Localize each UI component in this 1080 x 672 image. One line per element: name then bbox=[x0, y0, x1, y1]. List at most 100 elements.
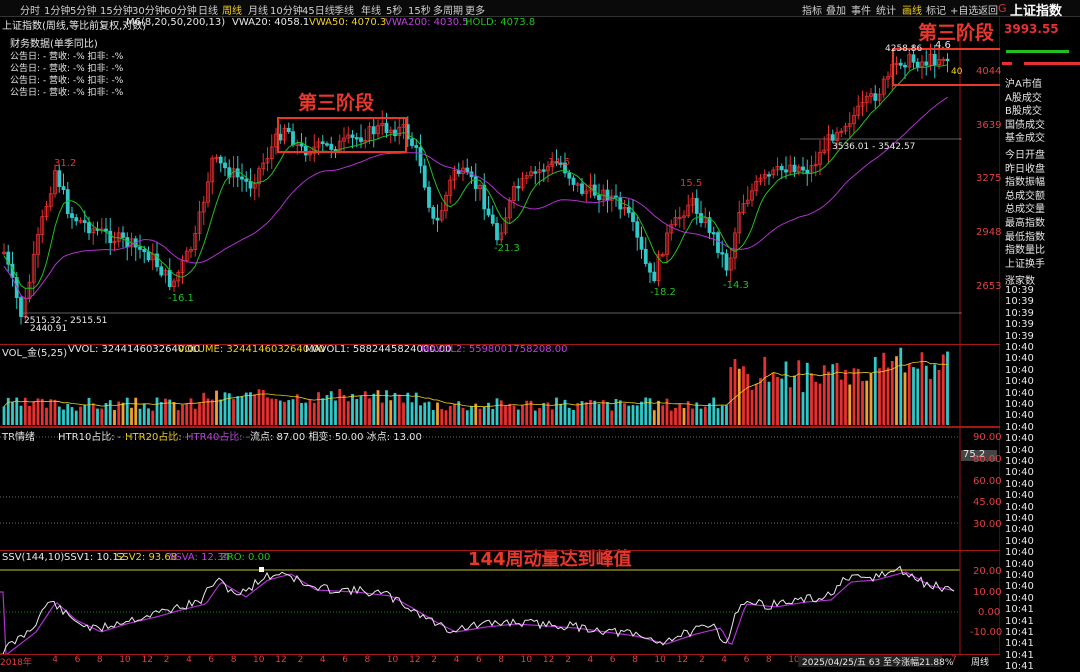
volume-bar bbox=[215, 390, 218, 425]
volume-bar bbox=[776, 376, 779, 425]
trough-label: -21.3 bbox=[494, 243, 520, 254]
volume-bar bbox=[482, 406, 486, 425]
index-title[interactable]: 上证指数 bbox=[1010, 0, 1062, 19]
tick-time: 10:40 bbox=[1005, 501, 1034, 513]
volume-bar bbox=[606, 402, 609, 425]
volume-bar bbox=[151, 410, 155, 425]
volume-bar bbox=[423, 402, 427, 425]
volume-bar bbox=[11, 401, 14, 425]
candle bbox=[605, 179, 610, 213]
candle bbox=[788, 155, 793, 176]
volume-bar bbox=[640, 401, 643, 425]
candle bbox=[478, 183, 482, 201]
x-tick: 8 bbox=[96, 655, 103, 665]
volume-bar bbox=[308, 399, 312, 425]
candle bbox=[193, 225, 198, 257]
ssv-axis-label: -10.00 bbox=[970, 627, 1003, 638]
volume-bar bbox=[542, 403, 546, 425]
x-tick: 6 bbox=[609, 655, 616, 665]
volume-bar bbox=[912, 367, 915, 425]
x-tick: 12 bbox=[409, 655, 421, 665]
volume-bar bbox=[933, 364, 937, 425]
market-stat-item[interactable]: 上证换手 bbox=[1005, 255, 1045, 270]
ssv-axis-label: 0.00 bbox=[978, 607, 1001, 618]
volume-bar bbox=[266, 397, 269, 425]
x-tick: 10 bbox=[253, 655, 265, 665]
volume-bar bbox=[504, 406, 507, 425]
candle bbox=[665, 224, 669, 264]
volume-bar bbox=[419, 405, 422, 425]
candle bbox=[711, 226, 716, 246]
volume-bar bbox=[737, 368, 741, 425]
volume-bar bbox=[827, 371, 830, 425]
candle bbox=[660, 252, 665, 258]
candle bbox=[325, 141, 329, 147]
tick-time: 10:40 bbox=[1005, 433, 1034, 445]
volume-bar bbox=[742, 366, 745, 425]
candle bbox=[36, 227, 40, 268]
tr-axis-label: 90.00 bbox=[973, 432, 1002, 443]
volume-chart[interactable] bbox=[0, 345, 1000, 427]
ssv-chart[interactable] bbox=[0, 550, 1000, 654]
volume-bar bbox=[861, 381, 864, 425]
volume-bar bbox=[478, 408, 482, 425]
trough-label: -18.2 bbox=[650, 287, 676, 298]
tick-time: 10:39 bbox=[1005, 296, 1034, 308]
period-label[interactable]: 周线 bbox=[971, 655, 989, 668]
volume-bar bbox=[138, 408, 142, 425]
x-tick: 10 bbox=[119, 655, 131, 665]
candle bbox=[894, 56, 899, 75]
candle bbox=[643, 237, 648, 267]
volume-bar bbox=[317, 392, 320, 425]
volume-bar bbox=[610, 410, 614, 425]
volume-bar bbox=[576, 402, 580, 425]
ssv-axis-label: 10.00 bbox=[973, 587, 1002, 598]
tick-time: 10:40 bbox=[1005, 467, 1034, 479]
volume-bar bbox=[733, 358, 737, 425]
x-tick: 8 bbox=[765, 655, 772, 665]
peak-label: 4.6 bbox=[935, 40, 951, 51]
ssva-line bbox=[0, 571, 955, 654]
candle bbox=[805, 159, 810, 186]
volume-bar bbox=[946, 351, 949, 425]
volume-bar bbox=[329, 391, 333, 425]
x-tick: 6 bbox=[208, 655, 215, 665]
volume-bar bbox=[100, 408, 104, 425]
candle bbox=[520, 172, 525, 191]
volume-bar bbox=[814, 381, 818, 425]
volume-bar bbox=[903, 372, 907, 425]
volume-bar bbox=[856, 368, 860, 425]
x-tick: 8 bbox=[632, 655, 638, 665]
market-stat-item[interactable]: 基金成交 bbox=[1005, 129, 1045, 144]
candle bbox=[223, 156, 227, 177]
candle bbox=[269, 134, 274, 170]
candle bbox=[626, 199, 631, 218]
tick-time: 10:41 bbox=[1005, 649, 1034, 661]
candle bbox=[384, 112, 389, 138]
volume-bar bbox=[53, 399, 57, 425]
candle bbox=[499, 223, 504, 244]
candle bbox=[592, 173, 597, 199]
candle bbox=[648, 261, 652, 284]
volume-bar bbox=[440, 409, 444, 425]
candle bbox=[112, 231, 117, 252]
volume-bar bbox=[869, 373, 873, 425]
volume-bar bbox=[499, 400, 503, 425]
price-axis-label: 4044 bbox=[976, 66, 1002, 77]
volume-bar bbox=[572, 409, 575, 425]
price-axis-label: 2653 bbox=[976, 281, 1002, 292]
x-tick: 12 bbox=[676, 655, 689, 665]
volume-bar bbox=[104, 403, 108, 425]
candlestick-chart[interactable] bbox=[0, 0, 1000, 345]
candle bbox=[346, 126, 351, 144]
volume-bar bbox=[198, 402, 201, 425]
candle bbox=[350, 130, 355, 149]
tick-time: 10:40 bbox=[1005, 535, 1034, 547]
volume-bar bbox=[593, 400, 597, 425]
candle bbox=[99, 218, 104, 234]
volume-bar bbox=[682, 408, 686, 425]
tick-time: 10:40 bbox=[1005, 558, 1034, 570]
x-tick: 2 bbox=[565, 655, 571, 665]
candle bbox=[490, 205, 495, 227]
volume-bar bbox=[2, 406, 6, 425]
